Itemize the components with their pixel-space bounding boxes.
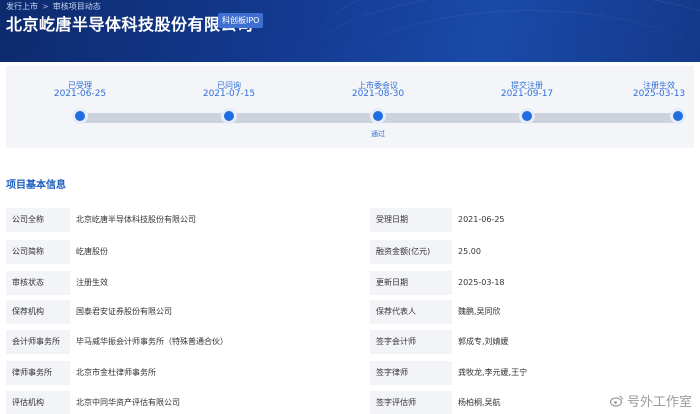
info-label: 评估机构 <box>6 391 70 414</box>
timeline-step-accepted: 已受理 2021-06-25 <box>35 66 125 148</box>
section-title: 项目基本信息 <box>6 180 66 191</box>
info-value: 屹唐股份 <box>70 240 370 264</box>
info-label: 保荐机构 <box>6 300 70 324</box>
info-label: 公司全称 <box>6 208 70 232</box>
timeline-step-date: 2021-08-30 <box>351 89 405 99</box>
timeline-step-submitted: 提交注册 2021-09-17 <box>482 66 572 148</box>
info-label: 公司简称 <box>6 240 70 264</box>
timeline-step-date: 2021-06-25 <box>53 89 107 99</box>
breadcrumb-item-review[interactable]: 审核项目动态 <box>53 1 101 12</box>
page-title: 北京屹唐半导体科技股份有限公司 <box>6 15 254 34</box>
info-value: 毕马威华振会计师事务所（特殊普通合伙） <box>70 330 370 354</box>
weibo-icon <box>609 395 624 407</box>
table-row: 评估机构 北京中同华资产评估有限公司 签字评估师 杨柏桐,吴航 <box>6 391 694 414</box>
review-timeline: 已受理 2021-06-25 已问询 2021-07-15 上市委会议 2021… <box>6 66 694 148</box>
breadcrumb-separator: > <box>42 1 49 11</box>
table-row: 公司全称 北京屹唐半导体科技股份有限公司 受理日期 2021-06-25 <box>6 208 694 232</box>
table-row: 会计师事务所 毕马威华振会计师事务所（特殊普通合伙） 签字会计师 郭成专,刘婧媛 <box>6 330 694 354</box>
info-value: 北京屹唐半导体科技股份有限公司 <box>70 208 370 232</box>
info-label: 更新日期 <box>370 271 452 295</box>
info-value: 25.00 <box>452 240 694 264</box>
table-row: 公司简称 屹唐股份 融资金额(亿元) 25.00 <box>6 240 694 264</box>
timeline-step-date: 2025-03-13 <box>632 89 686 99</box>
info-label: 会计师事务所 <box>6 330 70 354</box>
header-banner: 发行上市 > 审核项目动态 北京屹唐半导体科技股份有限公司 科创板IPO <box>0 0 700 62</box>
info-value: 魏鹏,吴同欣 <box>452 300 694 324</box>
info-value: 2021-06-25 <box>452 208 694 232</box>
timeline-step-note: 通过 <box>371 130 385 138</box>
info-label: 签字律师 <box>370 361 452 385</box>
watermark-text: 号外工作室 <box>626 395 692 410</box>
table-row: 律师事务所 北京市金杜律师事务所 签字律师 龚牧龙,李元媛,王宁 <box>6 361 694 385</box>
info-value: 北京市金杜律师事务所 <box>70 361 370 385</box>
info-value: 郭成专,刘婧媛 <box>452 330 694 354</box>
info-label: 受理日期 <box>370 208 452 232</box>
timeline-step-date: 2021-09-17 <box>500 89 554 99</box>
board-badge: 科创板IPO <box>218 13 264 28</box>
breadcrumb: 发行上市 > 审核项目动态 <box>6 1 101 11</box>
breadcrumb-item-listing[interactable]: 发行上市 <box>6 1 38 12</box>
info-value: 龚牧龙,李元媛,王宁 <box>452 361 694 385</box>
timeline-step-effective: 注册生效 2025-03-13 <box>626 66 694 148</box>
timeline-dot <box>670 108 686 124</box>
info-label: 融资金额(亿元) <box>370 240 452 264</box>
table-row: 保荐机构 国泰君安证券股份有限公司 保荐代表人 魏鹏,吴同欣 <box>6 300 694 324</box>
info-label: 审核状态 <box>6 271 70 295</box>
info-label: 律师事务所 <box>6 361 70 385</box>
table-row: 审核状态 注册生效 更新日期 2025-03-18 <box>6 271 694 295</box>
info-label: 签字会计师 <box>370 330 452 354</box>
timeline-step-committee: 上市委会议 2021-08-30 通过 <box>333 66 423 148</box>
timeline-dot <box>519 108 535 124</box>
timeline-dot <box>221 108 237 124</box>
info-label: 签字评估师 <box>370 391 452 414</box>
timeline-dot <box>370 108 386 124</box>
watermark: 号外工作室 <box>609 391 692 410</box>
timeline-step-date: 2021-07-15 <box>202 89 256 99</box>
info-value: 2025-03-18 <box>452 271 694 295</box>
info-value: 北京中同华资产评估有限公司 <box>70 391 370 414</box>
timeline-dot <box>72 108 88 124</box>
info-value: 国泰君安证券股份有限公司 <box>70 300 370 324</box>
info-value: 注册生效 <box>70 271 370 295</box>
info-label: 保荐代表人 <box>370 300 452 324</box>
timeline-step-inquired: 已问询 2021-07-15 <box>184 66 274 148</box>
